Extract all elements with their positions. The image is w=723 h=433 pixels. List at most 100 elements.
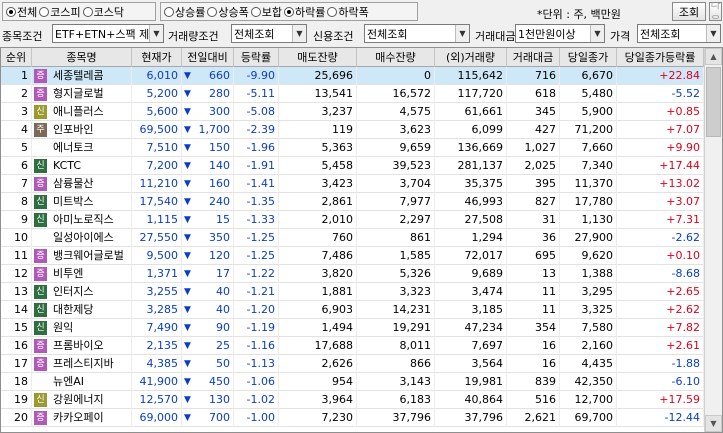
column-header-close-rate[interactable]: 당일종가등락률 xyxy=(617,48,704,67)
table-row[interactable]: 4 주 인포바인 69,500 ▼ 1,700 -2.39 119 3,623 6,099 427 7… xyxy=(1,121,704,139)
stock-name[interactable]: 인포바인 xyxy=(53,121,130,139)
market-radio-0[interactable]: 전체 xyxy=(6,4,37,20)
amount-cell: 13 xyxy=(507,265,560,283)
stock-name[interactable]: 뉴엔AI xyxy=(53,373,130,391)
top-toolbar: 전체 코스피 코스닥 상승률 상승폭 보합 하락률 하락폭 *단위 : 주, 백만원 조회 … xyxy=(0,0,723,23)
radio-circle-icon xyxy=(250,6,261,17)
table-row[interactable]: 6 신 KCTC 7,200 ▼ 140 -1.91 5,458 39,523 281,137 2,… xyxy=(1,157,704,175)
change-value: 120 xyxy=(209,249,230,262)
market-radio-2[interactable]: 코스닥 xyxy=(82,4,124,20)
volume-condition-select[interactable]: 전체조회 ▼ xyxy=(231,24,307,43)
close-cell: 69,700 xyxy=(560,409,617,427)
stock-name[interactable]: KCTC xyxy=(53,157,130,175)
sort-radio-4[interactable]: 하락폭 xyxy=(327,4,369,20)
arrow-down-icon: ▼ xyxy=(184,305,191,315)
bid-cell: 861 xyxy=(357,229,435,247)
volume-cell: 40,864 xyxy=(435,391,507,409)
scroll-thumb[interactable] xyxy=(706,67,721,137)
table-row[interactable]: 3 신 애니플러스 5,600 ▼ 300 -5.08 3,237 4,575 61,661 345… xyxy=(1,103,704,121)
column-header-change[interactable]: 전일대비 xyxy=(182,48,234,67)
sort-radio-1[interactable]: 상승폭 xyxy=(207,4,249,20)
market-radio-label: 코스닥 xyxy=(93,5,124,19)
table-row[interactable]: 11 증 뱅크웨어글로벌 9,500 ▼ 120 -1.25 7,486 1,585 72,017… xyxy=(1,247,704,265)
column-header-name[interactable]: 종목명 xyxy=(32,48,132,67)
table-row[interactable]: 13 신 인터지스 3,255 ▼ 40 -1.21 1,881 3,323 3,474 11 3,2… xyxy=(1,283,704,301)
change-value: 240 xyxy=(209,195,230,208)
table-row[interactable]: 16 증 프롬바이오 2,135 ▼ 25 -1.16 17,688 8,011 7,697 16 2… xyxy=(1,337,704,355)
change-cell: ▼ 450 xyxy=(182,373,234,391)
table-row[interactable]: 8 신 미트박스 17,540 ▼ 240 -1.35 2,861 7,977 46,993 827… xyxy=(1,193,704,211)
column-header-bid[interactable]: 매수잔량 xyxy=(357,48,435,67)
table-row[interactable]: 20 증 카카오페이 69,000 ▼ 700 -1.00 7,230 37,796 37,796… xyxy=(1,409,704,427)
bid-cell: 14,231 xyxy=(357,301,435,319)
close-cell: 3,325 xyxy=(560,301,617,319)
table-row[interactable]: 9 신 아미노로직스 1,115 ▼ 15 -1.33 2,010 2,297 27,508 31 1… xyxy=(1,211,704,229)
stock-name[interactable]: 인터지스 xyxy=(53,283,130,301)
bid-cell: 16,572 xyxy=(357,85,435,103)
table-row[interactable]: 7 증 삼륭물산 11,210 ▼ 160 -1.41 3,423 3,704 35,375 395… xyxy=(1,175,704,193)
stock-name[interactable]: 일성아이에스 xyxy=(53,229,130,247)
close-rate-cell: -2.62 xyxy=(617,229,704,247)
column-header-rate[interactable]: 등락률 xyxy=(234,48,279,67)
next-button[interactable]: 다음 xyxy=(709,2,722,21)
table-row[interactable]: 12 증 비투엔 1,371 ▼ 17 -1.22 3,820 5,326 9,689 13 1,38… xyxy=(1,265,704,283)
table-row[interactable]: 18 뉴엔AI 41,900 ▼ 450 -1.06 954 3,143 19,981 839 42… xyxy=(1,373,704,391)
stock-name[interactable]: 대한제당 xyxy=(53,301,130,319)
stock-name[interactable]: 카카오페이 xyxy=(53,409,130,427)
search-button[interactable]: 조회 xyxy=(672,2,706,21)
column-header-volume[interactable]: (외)거래량 xyxy=(435,48,507,67)
stock-name[interactable]: 형지글로벌 xyxy=(53,85,130,103)
table-row[interactable]: 5 에너토크 7,510 ▼ 150 -1.96 5,363 9,659 136,669 1,02… xyxy=(1,139,704,157)
ask-cell: 1,881 xyxy=(279,283,357,301)
stock-name-cell: 일성아이에스 xyxy=(32,229,132,247)
change-cell: ▼ 25 xyxy=(182,337,234,355)
stock-name[interactable]: 뱅크웨어글로벌 xyxy=(53,247,130,265)
change-value: 15 xyxy=(216,213,230,226)
rate-cell: -5.11 xyxy=(234,85,279,103)
stock-name[interactable]: 아미노로직스 xyxy=(53,211,130,229)
table-row[interactable]: 10 일성아이에스 27,550 ▼ 350 -1.25 760 861 1,294 36 27,9… xyxy=(1,229,704,247)
stock-name[interactable]: 강원에너지 xyxy=(53,391,130,409)
item-condition-select[interactable]: ETF+ETN+스팩 제외 ▼ xyxy=(52,24,164,43)
column-header-rank[interactable]: 순위 xyxy=(1,48,32,67)
table-row[interactable]: 2 증 형지글로벌 5,200 ▼ 280 -5.11 13,541 16,572 117,720… xyxy=(1,85,704,103)
credit-condition-select[interactable]: 전체조회 ▼ xyxy=(364,24,470,43)
stock-name[interactable]: 프레스티지바 xyxy=(53,355,130,373)
market-radio-1[interactable]: 코스피 xyxy=(39,4,81,20)
stock-name[interactable]: 세종텔레콤 xyxy=(53,67,130,85)
stock-name[interactable]: 미트박스 xyxy=(53,193,130,211)
column-header-close[interactable]: 당일종가 xyxy=(560,48,617,67)
column-header-price[interactable]: 현재가 xyxy=(132,48,182,67)
stock-status-badge: 신 xyxy=(34,303,47,317)
stock-name-cell: 신 인터지스 xyxy=(32,283,132,301)
stock-name[interactable]: 비투엔 xyxy=(53,265,130,283)
stock-name[interactable]: 프롬바이오 xyxy=(53,337,130,355)
price-select[interactable]: 전체조회 ▼ xyxy=(637,24,721,43)
table-row[interactable]: 1 증 세종텔레콤 6,010 ▼ 660 -9.90 25,696 0 115,642 716 6,… xyxy=(1,67,704,85)
stock-name[interactable]: 애니플러스 xyxy=(53,103,130,121)
rank-cell: 5 xyxy=(1,139,32,157)
scroll-down-icon[interactable]: ▼ xyxy=(705,415,722,432)
sort-radio-3[interactable]: 하락률 xyxy=(284,4,325,20)
volume-cell: 27,508 xyxy=(435,211,507,229)
volume-cell: 47,234 xyxy=(435,319,507,337)
table-row[interactable]: 17 증 프레스티지바 4,385 ▼ 50 -1.13 2,626 866 3,564 16 4,4… xyxy=(1,355,704,373)
vertical-scrollbar[interactable]: ▲ ▼ xyxy=(704,48,722,432)
sort-radio-2[interactable]: 보합 xyxy=(250,4,282,20)
column-header-ask[interactable]: 매도잔량 xyxy=(279,48,357,67)
stock-name[interactable]: 원익 xyxy=(53,319,130,337)
sort-radio-label: 하락폭 xyxy=(338,5,369,19)
table-row[interactable]: 15 신 원익 7,490 ▼ 90 -1.19 1,494 19,291 47,234 354 7,… xyxy=(1,319,704,337)
table-row[interactable]: 14 신 대한제당 3,285 ▼ 40 -1.20 6,903 14,231 3,185 11 3,… xyxy=(1,301,704,319)
radio-circle-icon xyxy=(6,6,16,17)
stock-name[interactable]: 에너토크 xyxy=(53,139,130,157)
volume-cell: 7,697 xyxy=(435,337,507,355)
arrow-down-icon: ▼ xyxy=(184,341,191,351)
scroll-up-icon[interactable]: ▲ xyxy=(705,48,722,65)
arrow-down-icon: ▼ xyxy=(184,215,191,225)
sort-radio-0[interactable]: 상승률 xyxy=(164,4,205,20)
table-row[interactable]: 19 신 강원에너지 12,570 ▼ 130 -1.02 3,964 6,183 40,864 5… xyxy=(1,391,704,409)
column-header-amount[interactable]: 거래대금 xyxy=(507,48,560,67)
amount-select[interactable]: 1천만원이상 ▼ xyxy=(515,24,605,43)
stock-name[interactable]: 삼륭물산 xyxy=(53,175,130,193)
